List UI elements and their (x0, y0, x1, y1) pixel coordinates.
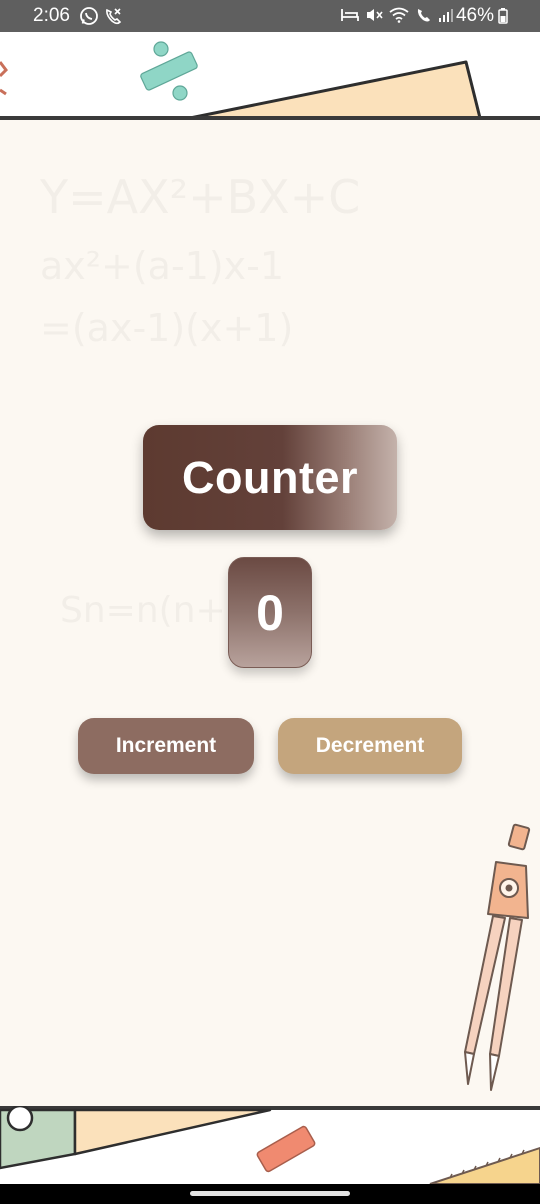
top-decoration (0, 32, 540, 120)
navigation-bar (0, 1184, 540, 1204)
whatsapp-icon (80, 7, 98, 25)
math-line: ax²+(a-1)x-1 (40, 244, 285, 288)
status-time: 2:06 (33, 5, 70, 26)
home-gesture-handle[interactable] (190, 1191, 350, 1196)
ruler-icon (429, 1146, 540, 1184)
counter-value: 0 (228, 557, 312, 668)
bed-icon (341, 9, 359, 21)
math-line: Sn=n(n+2) (60, 590, 263, 631)
background-math: Y=AX²+BX+C ax²+(a-1)x-1 =(ax-1)(x+1) Sn=… (40, 170, 360, 631)
battery-icon (498, 8, 508, 24)
decrement-button[interactable]: Decrement (278, 718, 462, 774)
math-line: Y=AX²+BX+C (40, 170, 361, 224)
stationery-illustration (0, 41, 540, 120)
missed-call-icon (106, 8, 122, 25)
status-bar: 2:06 46% (0, 0, 540, 32)
increment-button[interactable]: Increment (78, 718, 254, 774)
bottom-decoration (0, 1106, 540, 1184)
counter-title: Counter (143, 425, 397, 530)
status-notification-icons (79, 6, 123, 26)
compass-icon (464, 823, 531, 1091)
math-line: =(ax-1)(x+1) (40, 306, 294, 350)
signal-icon (439, 9, 453, 22)
wifi-icon (389, 7, 409, 23)
mute-icon (367, 9, 383, 21)
status-system-icons (340, 7, 454, 23)
divide-icon (140, 41, 198, 101)
stationery-illustration (0, 1106, 540, 1184)
battery-percent: 46% (455, 5, 494, 26)
wifi-call-icon (417, 9, 430, 22)
